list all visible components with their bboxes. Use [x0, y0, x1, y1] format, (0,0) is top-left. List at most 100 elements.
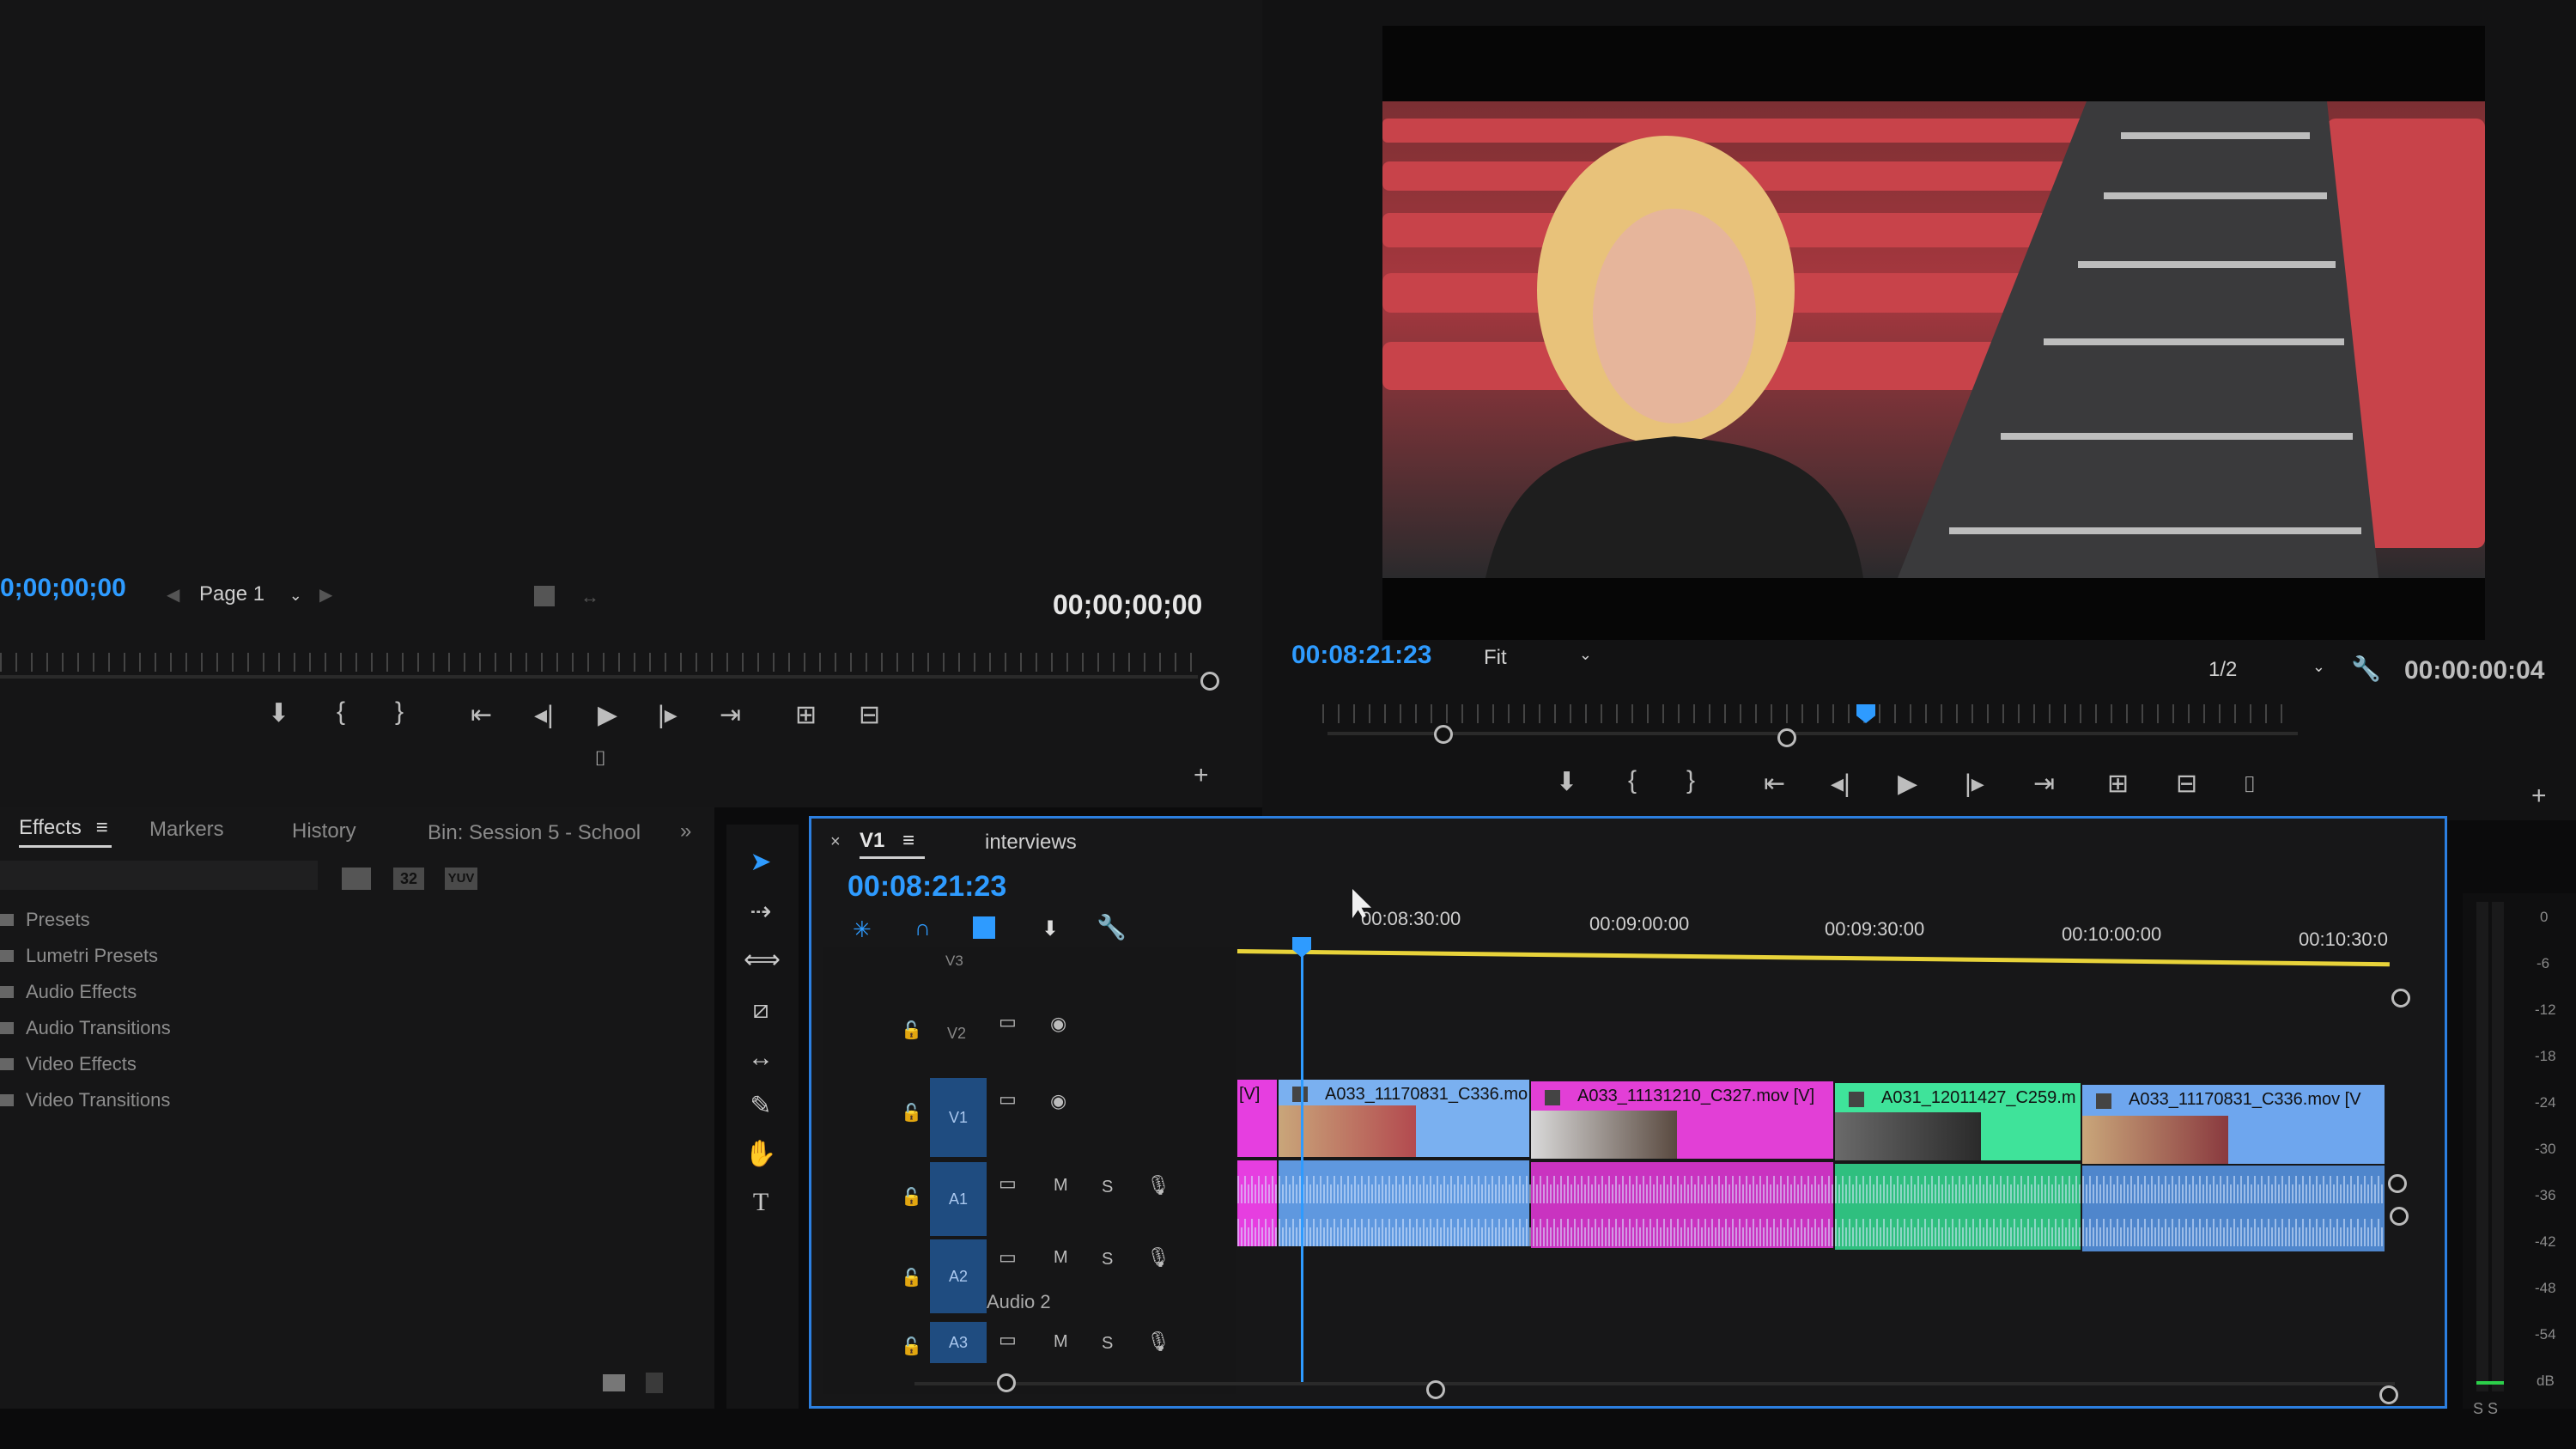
- mark-in-icon[interactable]: {: [1628, 768, 1637, 794]
- pen-tool-icon[interactable]: ✎: [744, 1089, 778, 1123]
- mark-out-icon[interactable]: }: [1686, 768, 1695, 794]
- mute-button[interactable]: M: [1054, 1176, 1068, 1196]
- folder-presets[interactable]: Presets: [0, 909, 90, 931]
- video-clip[interactable]: A033_11170831_C336.mov [V: [2082, 1085, 2385, 1164]
- page-prev-icon[interactable]: ◀: [167, 584, 179, 606]
- tab-sequence[interactable]: interviews: [985, 831, 1077, 855]
- go-to-in-icon[interactable]: ⇤: [471, 703, 492, 728]
- wrench-icon[interactable]: 🔧: [1097, 913, 1127, 941]
- microphone-icon[interactable]: 🎙: [1146, 1174, 1170, 1196]
- solo-button[interactable]: S: [1102, 1334, 1113, 1354]
- lock-icon[interactable]: 🔓: [901, 1267, 922, 1288]
- marker-icon[interactable]: ⬇: [1556, 770, 1577, 795]
- track-select-tool-icon[interactable]: ⇢: [744, 895, 778, 929]
- overflow-chevron-icon[interactable]: »: [680, 819, 691, 843]
- step-back-icon[interactable]: ◂|: [534, 703, 554, 728]
- drag-handle-icon[interactable]: ↔: [580, 586, 599, 608]
- solo-buttons[interactable]: S S: [2473, 1400, 2498, 1418]
- microphone-icon[interactable]: 🎙: [1146, 1246, 1170, 1269]
- step-back-icon[interactable]: ◂|: [1831, 771, 1850, 797]
- a3-track-target[interactable]: A3: [930, 1322, 987, 1363]
- step-forward-icon[interactable]: |▸: [1965, 771, 1984, 797]
- solo-button[interactable]: S: [1102, 1250, 1113, 1269]
- go-to-in-icon[interactable]: ⇤: [1764, 771, 1785, 797]
- yuv-button[interactable]: YUV: [445, 868, 477, 890]
- source-scroll-bar[interactable]: [0, 675, 1198, 679]
- wrench-icon[interactable]: 🔧: [2351, 654, 2381, 683]
- source-zoom-handle[interactable]: [1200, 672, 1219, 691]
- linked-selection-icon[interactable]: [973, 916, 995, 939]
- eye-icon[interactable]: ◉: [1050, 1013, 1066, 1035]
- work-area-bar[interactable]: [1236, 949, 2390, 967]
- magnet-icon[interactable]: ∩: [914, 915, 931, 941]
- snap-icon[interactable]: ✳: [853, 916, 872, 943]
- horizontal-scroll-end-handle[interactable]: [2379, 1385, 2398, 1404]
- go-to-out-icon[interactable]: ⇥: [720, 703, 741, 728]
- program-timecode[interactable]: 00:08:21:23: [1291, 641, 1431, 670]
- horizontal-scroll-handle-left[interactable]: [997, 1373, 1016, 1392]
- source-ruler[interactable]: [0, 653, 1194, 672]
- play-icon[interactable]: ▶: [598, 703, 617, 728]
- timeline-timecode[interactable]: 00:08:21:23: [848, 870, 1006, 904]
- accelerated-32-button[interactable]: 32: [393, 868, 424, 890]
- extract-icon[interactable]: ⊟: [2176, 771, 2197, 797]
- program-ruler[interactable]: [1322, 704, 2293, 723]
- program-zoom-handle-right[interactable]: [1777, 728, 1796, 747]
- lift-icon[interactable]: ⊞: [2107, 771, 2129, 797]
- mute-button[interactable]: M: [1054, 1248, 1068, 1268]
- new-folder-icon[interactable]: [603, 1374, 625, 1391]
- folder-audio-effects[interactable]: Audio Effects: [0, 981, 137, 1003]
- add-button-icon[interactable]: +: [2531, 783, 2547, 809]
- add-button-icon[interactable]: +: [1194, 763, 1209, 788]
- sync-lock-icon[interactable]: ▭: [999, 1329, 1017, 1351]
- tab-history[interactable]: History: [292, 819, 356, 843]
- lock-icon[interactable]: 🔓: [901, 1102, 922, 1123]
- new-bin-icon[interactable]: [342, 868, 371, 890]
- vertical-scroll-handle[interactable]: [2390, 1207, 2409, 1226]
- page-select[interactable]: Page 1 ⌄: [199, 582, 302, 606]
- go-to-out-icon[interactable]: ⇥: [2033, 771, 2055, 797]
- vertical-scroll-handle[interactable]: [2388, 1174, 2407, 1193]
- marker-icon[interactable]: ⬇: [268, 701, 289, 727]
- trash-icon[interactable]: [646, 1373, 663, 1393]
- source-timecode[interactable]: 0;00;00;00: [0, 574, 126, 603]
- program-scroll-bar[interactable]: [1327, 732, 2298, 735]
- video-clip[interactable]: A033_11170831_C336.mo: [1279, 1080, 1529, 1157]
- slip-tool-icon[interactable]: ↔: [744, 1041, 778, 1075]
- horizontal-scroll-track[interactable]: [914, 1382, 2395, 1385]
- play-icon[interactable]: ▶: [1898, 771, 1917, 797]
- close-tab-icon[interactable]: ×: [830, 832, 841, 852]
- mark-in-icon[interactable]: {: [337, 699, 345, 725]
- video-clip[interactable]: [V]: [1237, 1080, 1277, 1157]
- a1-track-target[interactable]: A1: [930, 1162, 987, 1236]
- lock-icon[interactable]: 🔓: [901, 1336, 922, 1357]
- playhead-handle[interactable]: [1292, 937, 1311, 958]
- camera-icon[interactable]: ⌷: [594, 749, 606, 770]
- ripple-edit-tool-icon[interactable]: ⟺: [744, 943, 781, 977]
- mark-out-icon[interactable]: }: [395, 699, 404, 725]
- camera-icon[interactable]: ⌷: [2243, 773, 2257, 795]
- horizontal-scroll-handle-right[interactable]: [1426, 1380, 1445, 1399]
- a2-track-target[interactable]: A2: [930, 1239, 987, 1313]
- razor-tool-icon[interactable]: ⧄: [744, 993, 778, 1027]
- type-tool-icon[interactable]: T: [744, 1185, 778, 1220]
- insert-icon[interactable]: ⊞: [795, 703, 817, 728]
- tab-bin[interactable]: Bin: Session 5 - School: [428, 821, 641, 845]
- audio-waveforms[interactable]: [1237, 1160, 2393, 1255]
- sync-lock-icon[interactable]: ▭: [999, 1011, 1017, 1033]
- sync-lock-icon[interactable]: ▭: [999, 1088, 1017, 1111]
- folder-lumetri-presets[interactable]: Lumetri Presets: [0, 945, 158, 967]
- hand-tool-icon[interactable]: ✋: [744, 1137, 778, 1172]
- eye-icon[interactable]: ◉: [1050, 1090, 1066, 1112]
- lock-icon[interactable]: 🔓: [901, 1020, 922, 1041]
- zoom-select[interactable]: Fit ⌄: [1484, 646, 1595, 673]
- page-next-icon[interactable]: ▶: [319, 584, 332, 606]
- safe-margins-icon[interactable]: [534, 586, 555, 606]
- tab-markers[interactable]: Markers: [149, 818, 224, 842]
- tab-v1[interactable]: V1 ≡: [860, 829, 914, 853]
- folder-audio-transitions[interactable]: Audio Transitions: [0, 1017, 171, 1039]
- video-clip[interactable]: A031_12011427_C259.m: [1835, 1083, 2081, 1160]
- folder-video-transitions[interactable]: Video Transitions: [0, 1089, 170, 1111]
- add-marker-icon[interactable]: ⬇: [1042, 916, 1059, 941]
- overwrite-icon[interactable]: ⊟: [859, 703, 880, 728]
